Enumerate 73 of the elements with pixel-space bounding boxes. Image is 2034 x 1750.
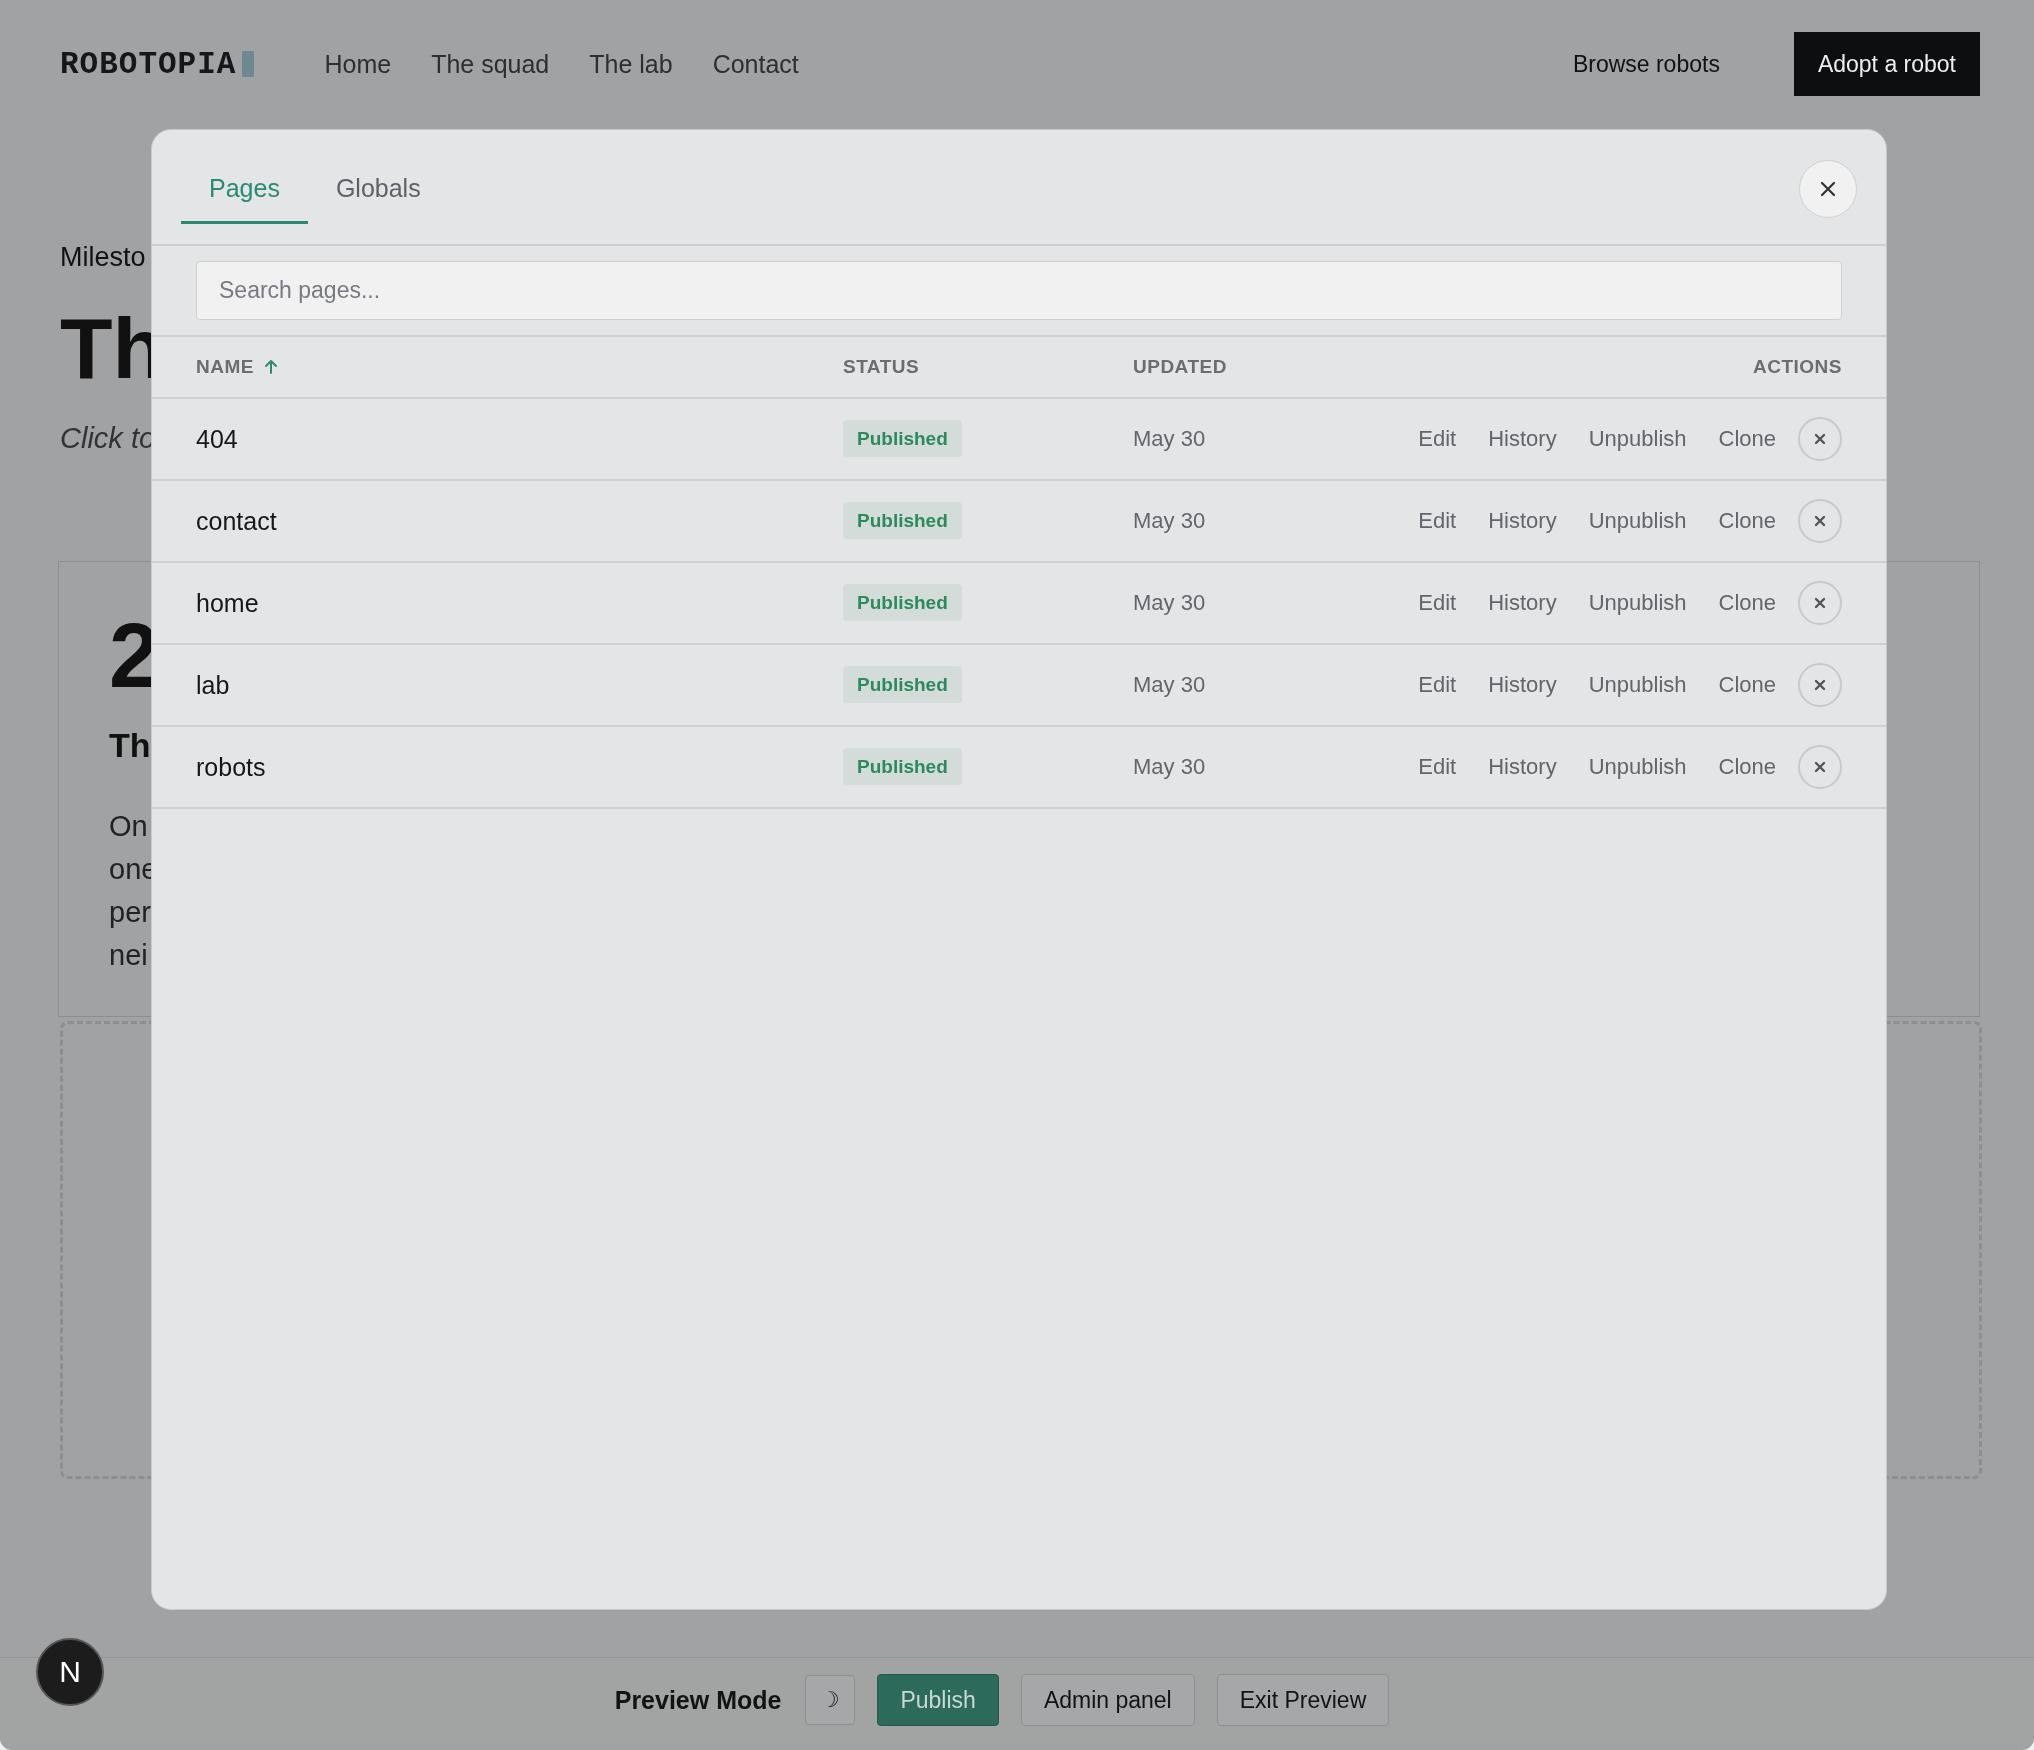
status-badge: Published bbox=[843, 420, 962, 457]
column-header[interactable]: NAME bbox=[196, 356, 278, 378]
preview-mode-label: Preview Mode bbox=[614, 1685, 782, 1715]
close-icon bbox=[1813, 596, 1827, 610]
page-name[interactable]: 404 bbox=[196, 424, 238, 453]
action-link[interactable]: History bbox=[1488, 754, 1557, 780]
close-icon bbox=[1819, 180, 1837, 198]
updated-date: May 30 bbox=[1133, 508, 1206, 533]
action-link[interactable]: Clone bbox=[1718, 590, 1776, 616]
close-icon bbox=[1813, 514, 1827, 528]
site-logo[interactable]: ROBOTOPIA bbox=[60, 46, 237, 82]
dev-tools-button[interactable]: N bbox=[36, 1638, 104, 1706]
card-text-line: On bbox=[109, 809, 148, 844]
close-icon bbox=[1813, 760, 1827, 774]
action-link[interactable]: Unpublish bbox=[1588, 426, 1687, 452]
sort-arrow-icon bbox=[263, 359, 278, 375]
delete-button[interactable] bbox=[1798, 499, 1842, 543]
status-badge: Published bbox=[843, 666, 962, 703]
nav-link[interactable]: Contact bbox=[712, 49, 799, 79]
card-text-line: nei bbox=[109, 938, 148, 973]
action-link[interactable]: Edit bbox=[1418, 508, 1457, 534]
card-text-line: per bbox=[109, 895, 151, 930]
close-icon bbox=[1813, 678, 1827, 692]
action-link[interactable]: History bbox=[1488, 590, 1557, 616]
action-link[interactable]: Unpublish bbox=[1588, 508, 1687, 534]
delete-button[interactable] bbox=[1798, 581, 1842, 625]
delete-button[interactable] bbox=[1798, 417, 1842, 461]
tab[interactable]: Globals bbox=[307, 164, 449, 224]
status-badge: Published bbox=[843, 748, 962, 785]
preview-bar-button[interactable]: Exit Preview bbox=[1216, 1674, 1390, 1726]
action-link[interactable]: Unpublish bbox=[1588, 672, 1687, 698]
adopt-button[interactable]: Adopt a robot bbox=[1793, 32, 1980, 96]
page-name[interactable]: robots bbox=[196, 752, 266, 781]
card-title: Th bbox=[109, 726, 151, 765]
updated-date: May 30 bbox=[1133, 590, 1206, 615]
column-header[interactable]: UPDATED bbox=[1133, 356, 1227, 378]
column-header[interactable]: STATUS bbox=[843, 356, 920, 378]
action-link[interactable]: Clone bbox=[1718, 754, 1776, 780]
action-link[interactable]: Edit bbox=[1418, 754, 1457, 780]
status-badge: Published bbox=[843, 584, 962, 621]
eyebrow-text: Milesto bbox=[60, 242, 146, 274]
action-link[interactable]: Edit bbox=[1418, 672, 1457, 698]
nav-link[interactable]: Home bbox=[324, 49, 392, 79]
updated-date: May 30 bbox=[1133, 754, 1206, 779]
page-name[interactable]: contact bbox=[196, 506, 277, 535]
updated-date: May 30 bbox=[1133, 426, 1206, 451]
search-field[interactable]: Search pages... bbox=[196, 261, 1842, 320]
page-name[interactable]: home bbox=[196, 588, 259, 617]
page-name[interactable]: lab bbox=[196, 670, 230, 699]
action-link[interactable]: Unpublish bbox=[1588, 590, 1687, 616]
action-link[interactable]: History bbox=[1488, 426, 1557, 452]
nav-link[interactable]: The lab bbox=[589, 49, 673, 79]
preview-bar-button[interactable]: Admin panel bbox=[1020, 1674, 1195, 1726]
action-link[interactable]: Clone bbox=[1718, 426, 1776, 452]
preview-bar-button[interactable]: Publish bbox=[877, 1674, 999, 1726]
close-icon bbox=[1813, 432, 1827, 446]
browse-robots-link[interactable]: Browse robots bbox=[1572, 50, 1720, 78]
tab[interactable]: Pages bbox=[181, 164, 308, 224]
theme-toggle-button[interactable]: ☽ bbox=[805, 1675, 856, 1725]
action-link[interactable]: Clone bbox=[1718, 672, 1776, 698]
logo-block-icon bbox=[242, 51, 255, 77]
status-badge: Published bbox=[843, 502, 962, 539]
delete-button[interactable] bbox=[1798, 663, 1842, 707]
action-link[interactable]: History bbox=[1488, 672, 1557, 698]
delete-button[interactable] bbox=[1798, 745, 1842, 789]
nav-link[interactable]: The squad bbox=[431, 49, 550, 79]
action-link[interactable]: Clone bbox=[1718, 508, 1776, 534]
column-header[interactable]: ACTIONS bbox=[1753, 356, 1842, 378]
action-link[interactable]: Edit bbox=[1418, 590, 1457, 616]
action-link[interactable]: Edit bbox=[1418, 426, 1457, 452]
action-link[interactable]: History bbox=[1488, 508, 1557, 534]
updated-date: May 30 bbox=[1133, 672, 1206, 697]
action-link[interactable]: Unpublish bbox=[1588, 754, 1687, 780]
